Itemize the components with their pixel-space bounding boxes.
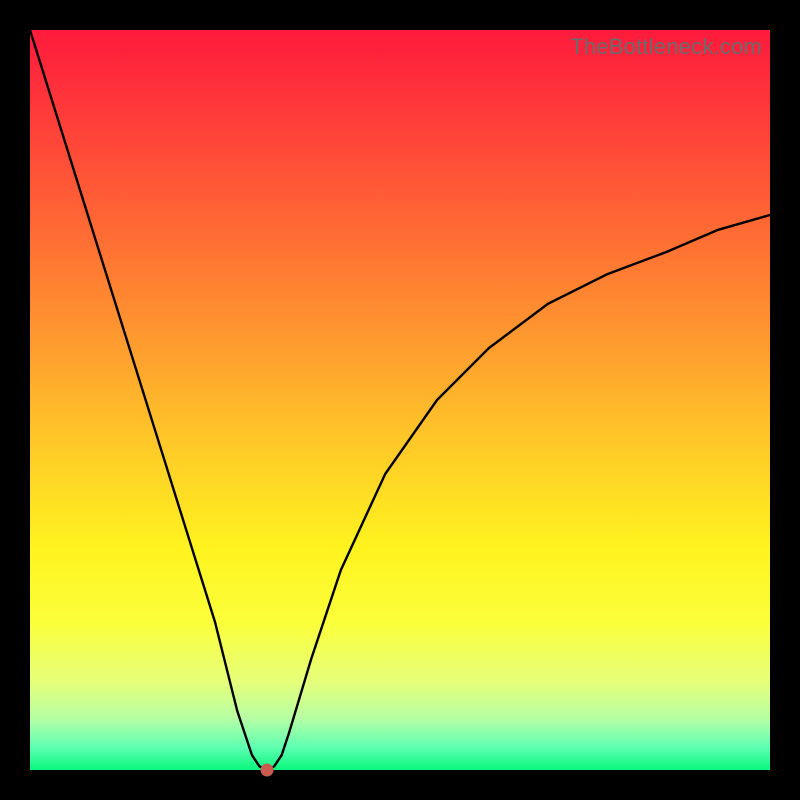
optimum-marker-icon — [260, 764, 273, 777]
bottleneck-curve — [30, 30, 770, 770]
plot-area: TheBottleneck.com — [30, 30, 770, 770]
chart-frame: TheBottleneck.com — [0, 0, 800, 800]
curve-path — [30, 30, 770, 770]
